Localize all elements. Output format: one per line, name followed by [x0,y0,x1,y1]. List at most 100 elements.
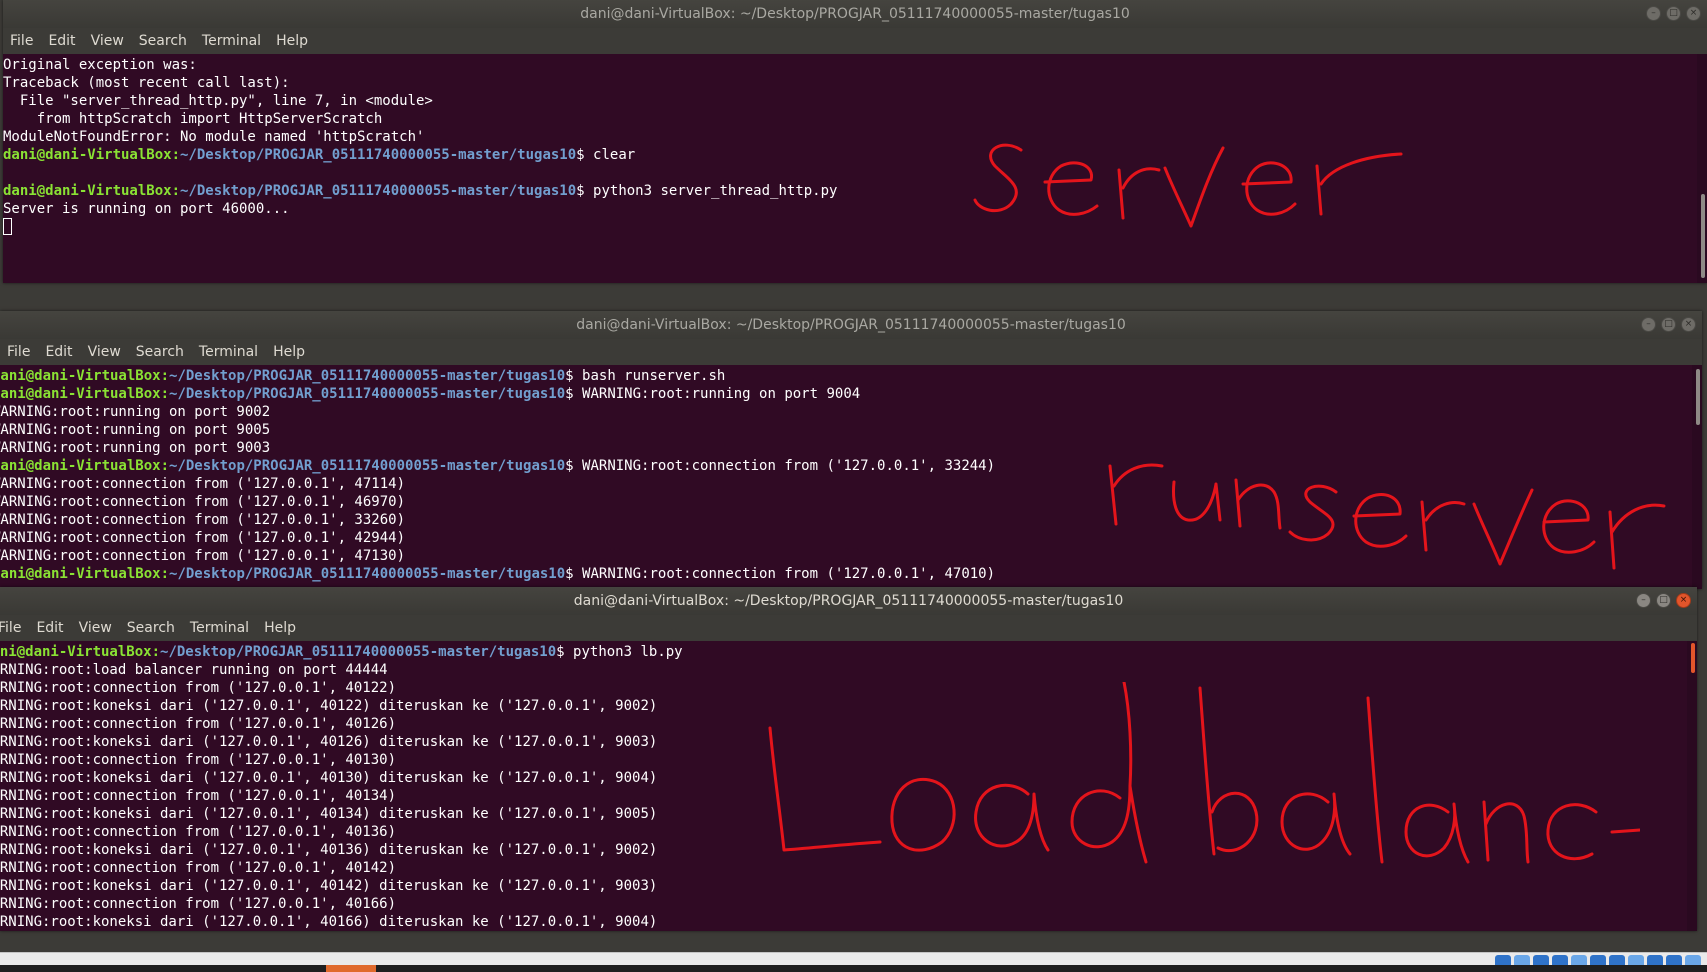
window-titlebar[interactable]: dani@dani-VirtualBox: ~/Desktop/PROGJAR_… [0,311,1702,339]
terminal-line: WARNING:root:running on port 9003 [0,440,271,456]
menu-terminal[interactable]: Terminal [199,344,266,360]
prompt-path: ~/Desktop/PROGJAR_05111740000055-master/… [169,368,566,384]
menu-help[interactable]: Help [264,620,304,636]
command-text: $ bash runserver.sh [565,368,726,384]
prompt-path: ~/Desktop/PROGJAR_05111740000055-master/… [169,386,566,402]
terminal-line [3,218,1697,236]
terminal-window-loadbalancer[interactable]: dani@dani-VirtualBox: ~/Desktop/PROGJAR_… [0,587,1697,931]
terminal-line: dani@dani-VirtualBox:~/Desktop/PROGJAR_0… [0,385,1692,403]
scrollbar[interactable] [1697,54,1707,283]
terminal-line: from httpScratch import HttpServerScratc… [3,111,383,127]
terminal-line: WARNING:root:connection from ('127.0.0.1… [0,896,397,912]
terminal-line: dani@dani-VirtualBox:~/Desktop/PROGJAR_0… [0,457,1692,475]
terminal-line: WARNING:root:connection from ('127.0.0.1… [0,476,406,492]
scrollbar-thumb[interactable] [1696,369,1700,425]
window-controls: – □ × [1636,593,1691,608]
menu-file[interactable]: File [0,620,29,636]
menu-search[interactable]: Search [139,33,195,49]
prompt-user: dani@dani-VirtualBox [0,458,161,474]
scrollbar[interactable] [1687,641,1697,931]
window-title: dani@dani-VirtualBox: ~/Desktop/PROGJAR_… [580,6,1130,22]
terminal-line: WARNING:root:connection from ('127.0.0.1… [0,680,397,696]
close-button[interactable]: × [1686,6,1701,21]
menu-search[interactable]: Search [136,344,192,360]
menu-view[interactable]: View [79,620,120,636]
command-text: $ python3 server_thread_http.py [576,183,838,199]
active-task-indicator [326,965,376,972]
terminal-line: WARNING:root:koneksi dari ('127.0.0.1', … [0,842,658,858]
prompt-user: dani@dani-VirtualBox [0,566,161,582]
menubar: File Edit View Search Terminal Help [3,28,1707,54]
prompt-separator: : [160,386,170,402]
close-button[interactable]: × [1676,593,1691,608]
window-titlebar[interactable]: dani@dani-VirtualBox: ~/Desktop/PROGJAR_… [0,587,1697,615]
host-taskbar-strip [0,965,1707,972]
prompt-user: dani@dani-VirtualBox [0,368,161,384]
prompt-separator: : [171,147,181,163]
prompt-separator: : [151,644,161,660]
terminal-line: WARNING:root:koneksi dari ('127.0.0.1', … [0,914,658,930]
terminal-output[interactable]: dani@dani-VirtualBox:~/Desktop/PROGJAR_0… [0,641,1687,931]
window-titlebar[interactable]: dani@dani-VirtualBox: ~/Desktop/PROGJAR_… [3,0,1707,28]
command-text: $ WARNING:root:running on port 9004 [565,386,861,402]
menu-terminal[interactable]: Terminal [190,620,257,636]
menu-help[interactable]: Help [276,33,316,49]
terminal-line: dani@dani-VirtualBox:~/Desktop/PROGJAR_0… [3,146,1697,164]
menu-edit[interactable]: Edit [45,344,80,360]
terminal-line: Server is running on port 46000... [3,201,290,217]
scrollbar-thumb[interactable] [1691,643,1695,673]
window-title: dani@dani-VirtualBox: ~/Desktop/PROGJAR_… [573,593,1124,609]
prompt-path: ~/Desktop/PROGJAR_05111740000055-master/… [169,566,566,582]
menu-file[interactable]: File [7,344,38,360]
prompt-separator: : [160,458,170,474]
menu-search[interactable]: Search [127,620,183,636]
terminal-window-runserver[interactable]: dani@dani-VirtualBox: ~/Desktop/PROGJAR_… [0,311,1702,589]
terminal-output[interactable]: Original exception was: Traceback (most r… [3,54,1697,283]
command-text: $ WARNING:root:connection from ('127.0.0… [565,458,996,474]
menubar: File Edit View Search Terminal Help [0,339,1702,365]
minimize-button[interactable]: – [1636,593,1651,608]
terminal-line: dani@dani-VirtualBox:~/Desktop/PROGJAR_0… [0,565,1692,583]
menubar: File Edit View Search Terminal Help [0,615,1697,641]
prompt-user: dani@dani-VirtualBox [3,147,172,163]
terminal-cursor [3,218,12,235]
menu-file[interactable]: File [10,33,41,49]
menu-help[interactable]: Help [273,344,313,360]
menu-view[interactable]: View [88,344,129,360]
terminal-line: WARNING:root:connection from ('127.0.0.1… [0,752,397,768]
close-button[interactable]: × [1681,317,1696,332]
terminal-line: File "server_thread_http.py", line 7, in… [3,93,433,109]
maximize-button[interactable]: □ [1661,317,1676,332]
menu-edit[interactable]: Edit [48,33,83,49]
desktop: dani@dani-VirtualBox: ~/Desktop/PROGJAR_… [0,0,1707,972]
window-controls: – □ × [1646,6,1701,21]
terminal-line: WARNING:root:koneksi dari ('127.0.0.1', … [0,734,658,750]
window-title: dani@dani-VirtualBox: ~/Desktop/PROGJAR_… [576,317,1126,333]
minimize-button[interactable]: – [1646,6,1661,21]
terminal-line: WARNING:root:connection from ('127.0.0.1… [0,788,397,804]
terminal-line: Traceback (most recent call last): [3,75,290,91]
terminal-line: WARNING:root:koneksi dari ('127.0.0.1', … [0,770,658,786]
menu-terminal[interactable]: Terminal [202,33,269,49]
terminal-line: WARNING:root:koneksi dari ('127.0.0.1', … [0,878,658,894]
window-controls: – □ × [1641,317,1696,332]
maximize-button[interactable]: □ [1666,6,1681,21]
menu-edit[interactable]: Edit [36,620,71,636]
terminal-line: WARNING:root:connection from ('127.0.0.1… [0,824,397,840]
scrollbar[interactable] [1692,365,1702,589]
minimize-button[interactable]: – [1641,317,1656,332]
terminal-line: WARNING:root:load balancer running on po… [0,662,388,678]
prompt-separator: : [171,183,181,199]
menu-view[interactable]: View [91,33,132,49]
scrollbar-thumb[interactable] [1701,194,1705,278]
terminal-window-server[interactable]: dani@dani-VirtualBox: ~/Desktop/PROGJAR_… [3,0,1707,283]
prompt-path: ~/Desktop/PROGJAR_05111740000055-master/… [169,458,566,474]
terminal-line: dani@dani-VirtualBox:~/Desktop/PROGJAR_0… [3,182,1697,200]
terminal-line: WARNING:root:connection from ('127.0.0.1… [0,530,406,546]
maximize-button[interactable]: □ [1656,593,1671,608]
terminal-output[interactable]: dani@dani-VirtualBox:~/Desktop/PROGJAR_0… [0,365,1692,589]
prompt-user: dani@dani-VirtualBox [0,644,152,660]
terminal-line: WARNING:root:running on port 9002 [0,404,271,420]
terminal-line: dani@dani-VirtualBox:~/Desktop/PROGJAR_0… [0,643,1687,661]
